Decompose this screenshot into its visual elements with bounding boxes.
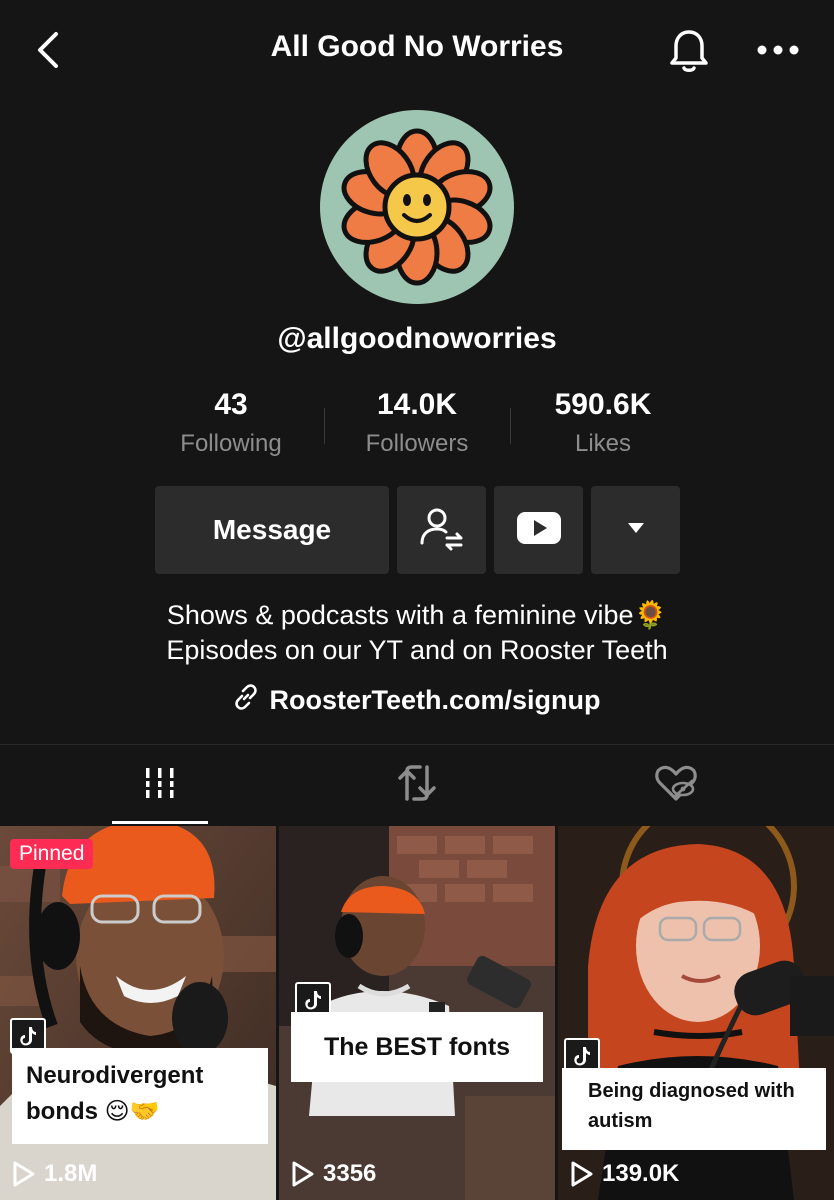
profile-handle: @allgoodnoworries <box>277 322 557 355</box>
stat-label: Likes <box>574 430 632 457</box>
stat-value: 43 <box>214 388 248 421</box>
stat-value: 14.0K <box>376 388 458 421</box>
caption-line: Neurodivergent <box>26 1062 204 1089</box>
more-options-dropdown[interactable] <box>591 486 680 574</box>
profile-stats: 43 Following 14.0K Followers 590.6K Like… <box>0 388 834 468</box>
video-thumbnail[interactable]: Being diagnosed with autism 139.0K <box>558 826 834 1200</box>
more-dots-icon[interactable] <box>752 30 804 70</box>
youtube-button[interactable] <box>494 486 583 574</box>
caption-line: The BEST fonts <box>323 1033 511 1061</box>
active-tab-indicator <box>112 821 208 824</box>
caption-line: bonds 😌🤝 <box>26 1098 160 1125</box>
video-caption: Neurodivergent bonds 😌🤝 <box>12 1048 268 1144</box>
top-nav: All Good No Worries <box>0 0 834 100</box>
caption-line: autism <box>588 1110 653 1132</box>
heart-hidden-icon <box>654 763 698 808</box>
play-icon <box>292 1161 314 1187</box>
view-count: 139.0K <box>570 1160 679 1188</box>
link-icon <box>233 684 259 717</box>
stat-divider <box>324 408 325 444</box>
message-button[interactable]: Message <box>155 486 389 574</box>
video-caption: Being diagnosed with autism <box>562 1068 826 1150</box>
video-caption: The BEST fonts <box>291 1012 543 1082</box>
stat-label: Following <box>180 430 282 457</box>
user-switch-icon <box>417 503 467 558</box>
tab-liked[interactable] <box>537 745 815 825</box>
follow-back-button[interactable] <box>397 486 486 574</box>
play-icon <box>13 1161 35 1187</box>
play-icon <box>571 1161 593 1187</box>
view-count-text: 3356 <box>323 1160 377 1187</box>
view-count-text: 139.0K <box>602 1160 680 1187</box>
view-count: 3356 <box>291 1160 376 1188</box>
stat-divider <box>510 408 511 444</box>
stat-followers[interactable]: 14.0K Followers <box>327 388 507 458</box>
content-tabs <box>0 744 834 824</box>
profile-bio: Shows & podcasts with a feminine vibe🌻 E… <box>0 598 834 668</box>
bio-line: Episodes on our YT and on Rooster Teeth <box>166 635 668 665</box>
view-count: 1.8M <box>12 1160 97 1188</box>
video-thumbnail[interactable]: Pinned Neurodivergent bonds 😌🤝 1.8M <box>0 826 276 1200</box>
repost-icon <box>396 763 438 808</box>
video-grid: Pinned Neurodivergent bonds 😌🤝 1.8M The … <box>0 826 834 1200</box>
grid-bars-icon <box>143 766 177 805</box>
bio-link-text: RoosterTeeth.com/signup <box>269 685 601 715</box>
tab-videos[interactable] <box>21 745 299 825</box>
caption-line: Being diagnosed with <box>588 1080 795 1102</box>
stat-likes[interactable]: 590.6K Likes <box>513 388 693 458</box>
view-count-text: 1.8M <box>44 1160 98 1187</box>
pinned-badge: Pinned <box>10 839 94 869</box>
stat-value: 590.6K <box>554 388 652 421</box>
video-thumbnail[interactable]: The BEST fonts 3356 <box>279 826 555 1200</box>
bio-link[interactable]: RoosterTeeth.com/signup <box>0 684 834 717</box>
bell-icon[interactable] <box>664 26 714 76</box>
tab-reposts[interactable] <box>278 745 556 825</box>
bio-line: Shows & podcasts with a feminine vibe🌻 <box>166 600 668 630</box>
stat-label: Followers <box>365 430 469 457</box>
caret-down-icon <box>626 521 646 540</box>
stat-following[interactable]: 43 Following <box>141 388 321 458</box>
avatar[interactable] <box>320 110 514 304</box>
youtube-icon <box>516 511 562 550</box>
